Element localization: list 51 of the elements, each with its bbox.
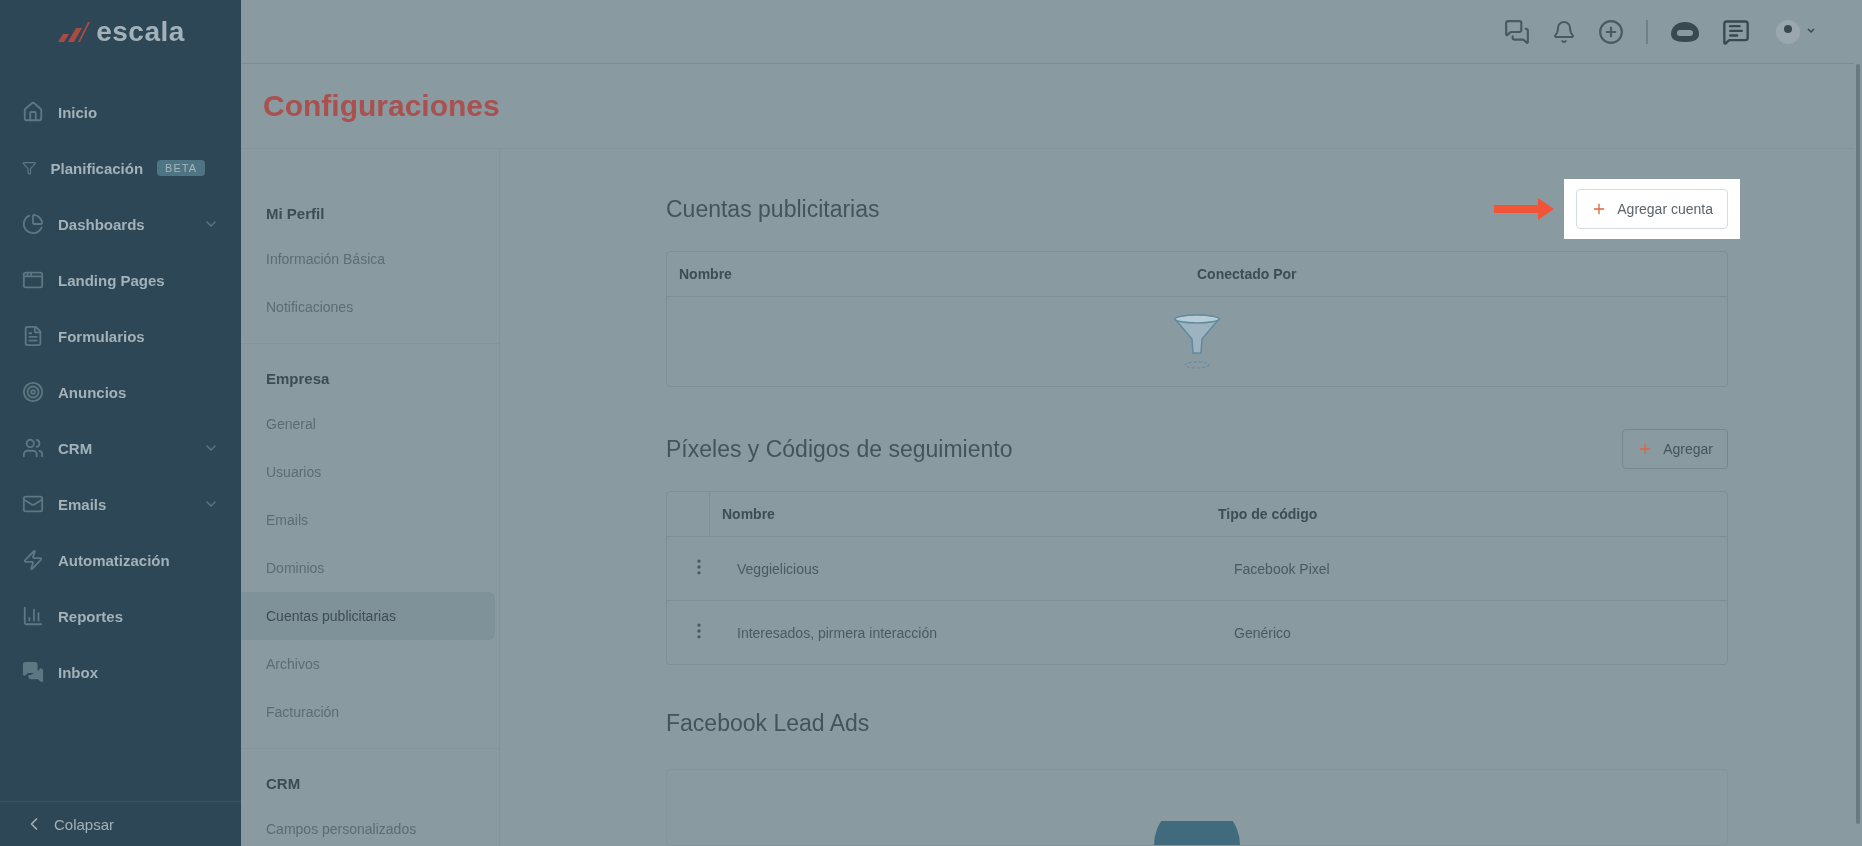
brand-name: escala xyxy=(96,16,185,48)
nav-item[interactable]: Inbox xyxy=(0,648,241,696)
menu-heading: CRM xyxy=(265,773,302,794)
column-header: Tipo de código xyxy=(1218,505,1319,524)
document-icon xyxy=(22,325,44,347)
nav-item[interactable]: Planificación BETA xyxy=(0,144,241,192)
bar-chart-icon xyxy=(22,605,44,627)
table-cell-text: Interesados, pirmera interacción xyxy=(736,624,938,641)
illustration-icon xyxy=(1154,821,1240,845)
page-title: Configuraciones xyxy=(263,89,500,123)
bell-icon[interactable] xyxy=(1552,19,1576,44)
column-header: Nombre xyxy=(678,265,733,284)
nav-item[interactable]: Landing Pages xyxy=(0,256,241,304)
table-cell-text: Genérico xyxy=(1233,624,1292,641)
nav-item[interactable]: CRM xyxy=(0,424,241,472)
envelope-icon xyxy=(22,493,44,515)
chat-icon[interactable] xyxy=(1504,18,1530,45)
column-header: Conectado Por xyxy=(1197,265,1298,284)
menu-heading: Empresa xyxy=(265,368,331,389)
add-button[interactable]: Agregar xyxy=(1622,429,1728,469)
table-cell-text: Veggielicious xyxy=(736,560,820,577)
arrow-icon xyxy=(1494,198,1555,220)
beta-badge: BETA xyxy=(157,160,205,176)
nav-item[interactable]: Anuncios xyxy=(0,368,241,416)
nav-item[interactable]: Emails xyxy=(0,480,241,528)
nav-item[interactable]: Dashboards xyxy=(0,200,241,248)
pie-chart-icon xyxy=(22,213,44,235)
column-header: Nombre xyxy=(709,492,1218,536)
funnel-icon xyxy=(1172,312,1222,371)
house-icon xyxy=(22,101,44,123)
add-button[interactable]: Agregar cuenta xyxy=(1576,189,1728,229)
browser-window-icon xyxy=(22,269,44,291)
nav-item[interactable]: Formularios xyxy=(0,312,241,360)
support-chat-icon[interactable] xyxy=(1722,17,1750,46)
scrollbar[interactable] xyxy=(1856,64,1860,824)
nav-item[interactable]: Reportes xyxy=(0,592,241,640)
lightning-icon xyxy=(22,549,44,571)
menu-heading: Mi Perfil xyxy=(265,203,326,224)
settings-menu-item[interactable]: Cuentas publicitarias xyxy=(241,592,495,640)
section-title: Píxeles y Códigos de seguimiento xyxy=(666,435,1013,463)
add-circle-icon[interactable] xyxy=(1598,18,1624,45)
logo-icon xyxy=(56,22,91,42)
section-title: Facebook Lead Ads xyxy=(666,709,870,737)
nav-item[interactable]: Automatización xyxy=(0,536,241,584)
chat-bubbles-icon xyxy=(22,661,44,683)
table-cell-text: Facebook Pixel xyxy=(1233,560,1331,577)
nav-item[interactable]: Inicio xyxy=(0,88,241,136)
people-icon xyxy=(22,437,44,459)
collapse-link[interactable]: Colapsar xyxy=(0,801,241,846)
section-title: Cuentas publicitarias xyxy=(666,195,880,223)
target-icon xyxy=(22,381,44,403)
